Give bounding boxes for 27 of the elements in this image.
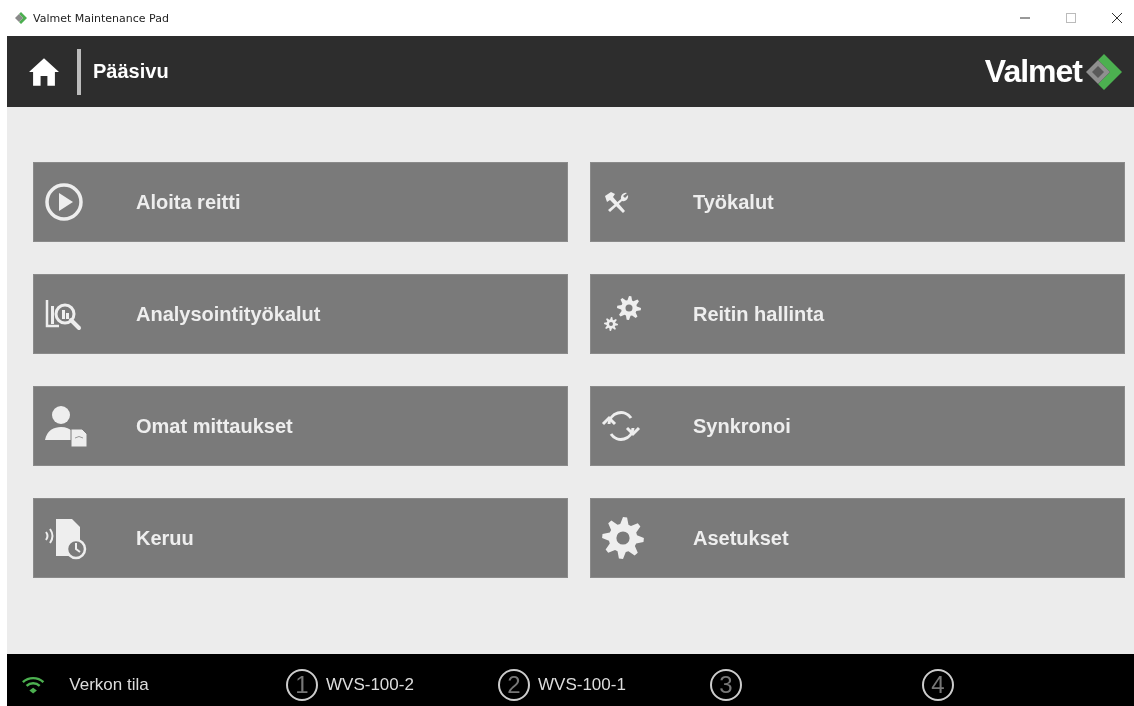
network-status-label: Verkon tila — [69, 675, 150, 695]
menu-tile[interactable]: Keruu — [33, 498, 568, 578]
channel-number: 1 — [286, 669, 318, 701]
app-logo-icon — [14, 11, 28, 25]
menu-tile[interactable]: Reitin hallinta — [590, 274, 1125, 354]
channel-number: 4 — [922, 669, 954, 701]
menu-tile[interactable]: Synkronoi — [590, 386, 1125, 466]
menu-tile[interactable]: Omat mittaukset — [33, 386, 568, 466]
menu-tile[interactable]: Analysointityökalut — [33, 274, 568, 354]
channel-number: 3 — [710, 669, 742, 701]
user-document-icon — [44, 404, 88, 448]
diamond-logo-icon — [1084, 51, 1124, 92]
device-name: WVS-100-1 — [538, 675, 626, 695]
close-icon[interactable] — [1112, 13, 1122, 23]
channel-number: 2 — [498, 669, 530, 701]
play-circle-icon — [44, 182, 84, 222]
home-icon[interactable] — [27, 56, 61, 87]
brand-name: Valmet — [984, 53, 1082, 90]
menu-tile[interactable]: Asetukset — [590, 498, 1125, 578]
document-clock-icon — [44, 516, 88, 560]
window-title: Valmet Maintenance Pad — [33, 11, 169, 25]
wifi-icon — [21, 675, 46, 695]
page-title: Pääsivu — [93, 60, 169, 83]
settings-icon — [601, 516, 645, 560]
device-name: WVS-100-2 — [326, 675, 414, 695]
menu-tile[interactable]: Aloita reitti — [33, 162, 568, 242]
menu-tile[interactable]: Työkalut — [590, 162, 1125, 242]
